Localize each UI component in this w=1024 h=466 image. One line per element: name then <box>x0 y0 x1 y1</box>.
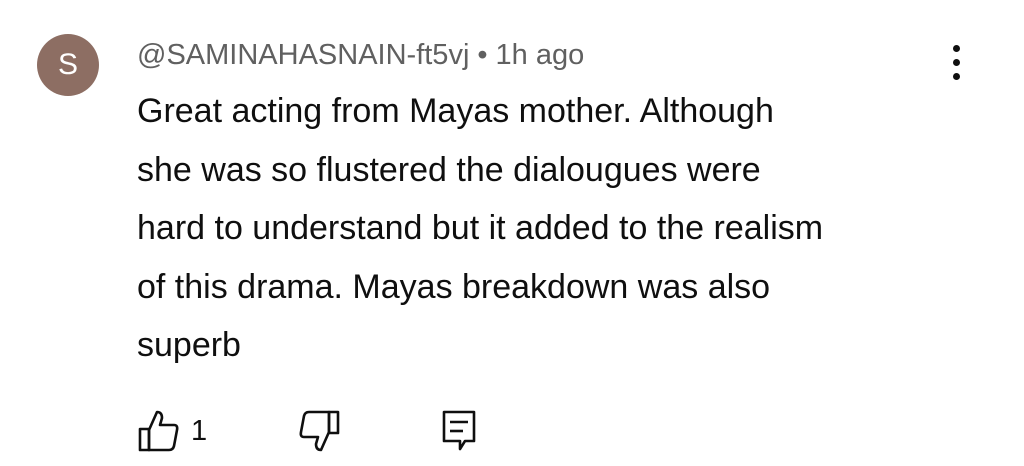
separator-dot: • <box>477 39 488 71</box>
comment-line: she was so flustered the dialougues were <box>137 150 761 189</box>
comment-line: superb <box>137 326 241 364</box>
comment-line: Great acting from Mayas mother. Although <box>137 92 774 130</box>
comment-line: of this drama. Mayas breakdown was also <box>137 267 771 306</box>
comment-header: @SAMINAHASNAIN-ft5vj • 1h ago <box>137 36 584 74</box>
reply-button[interactable] <box>439 408 479 454</box>
more-vertical-icon-dot <box>952 72 960 80</box>
author-handle[interactable]: @SAMINAHASNAIN-ft5vj <box>137 39 469 71</box>
avatar[interactable]: S <box>37 34 99 96</box>
like-count: 1 <box>191 414 208 447</box>
like-button[interactable]: 1 <box>137 408 207 454</box>
more-options-button[interactable] <box>938 40 974 84</box>
dislike-button[interactable] <box>297 408 341 454</box>
more-vertical-icon-dot <box>952 44 960 52</box>
reply-comment-icon <box>442 410 476 451</box>
comment-line: hard to understand but it added to the r… <box>137 209 824 247</box>
thumbs-up-icon <box>138 410 179 452</box>
more-vertical-icon-dot <box>952 58 960 66</box>
comment-text: Great acting from Mayas mother. Although… <box>137 82 997 375</box>
thumbs-down-icon <box>299 410 340 452</box>
timestamp: 1h ago <box>495 39 585 71</box>
